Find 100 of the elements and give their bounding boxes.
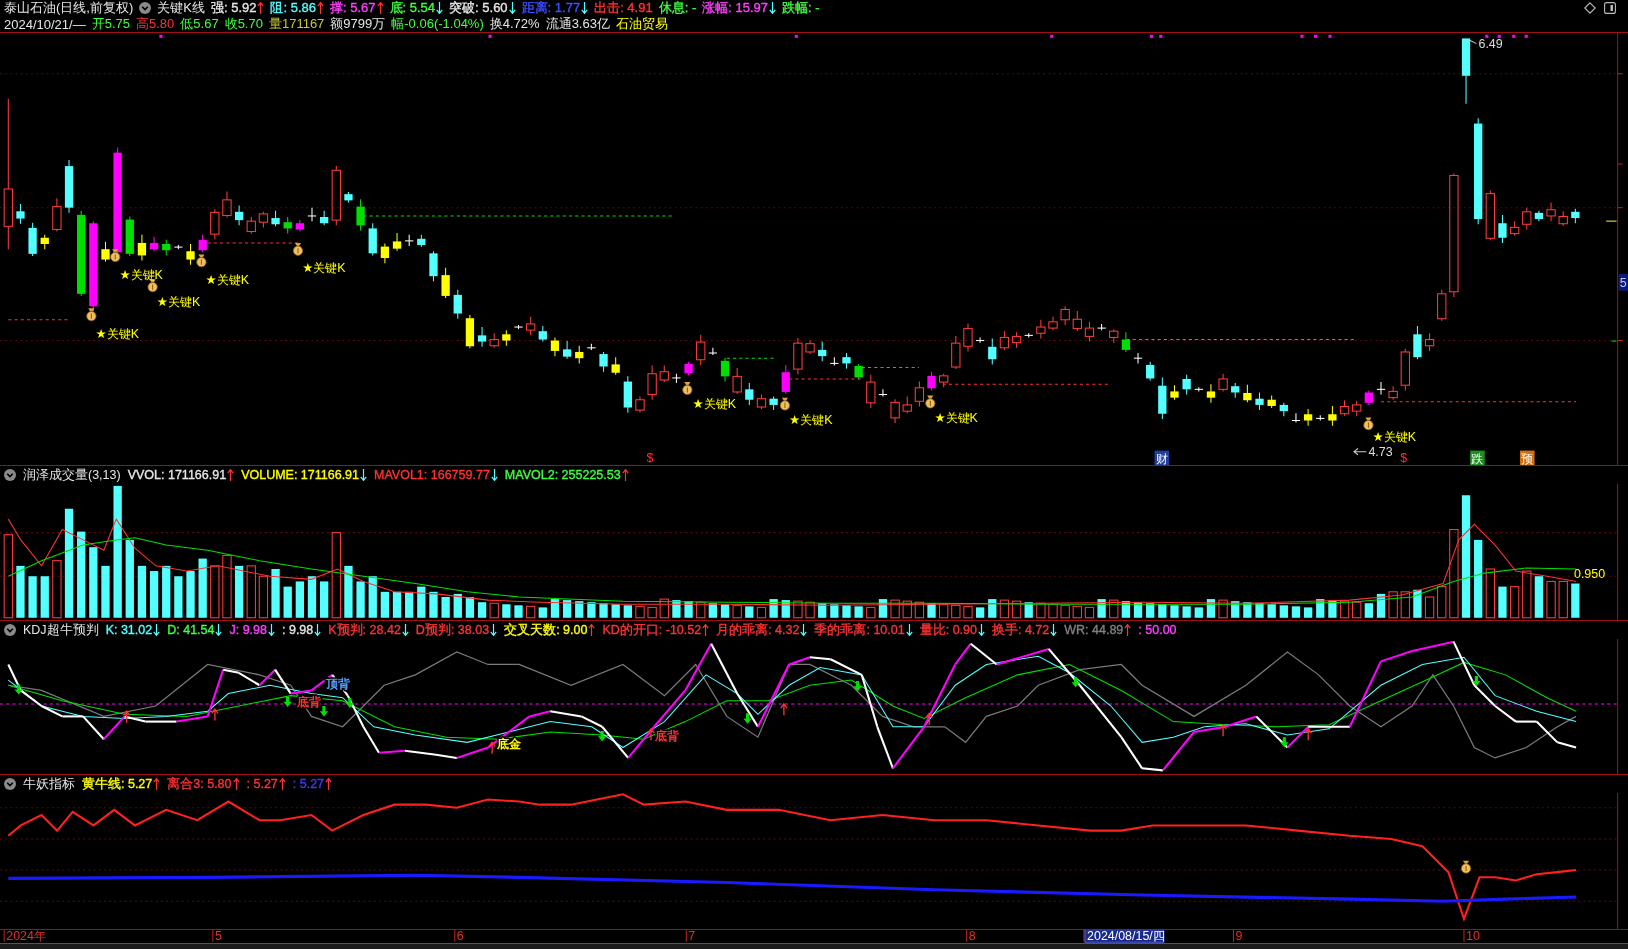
chevron-down-icon[interactable] (4, 469, 16, 481)
money-bag-icon (110, 249, 121, 263)
volume-bar (1498, 586, 1507, 618)
panel-icon[interactable] (1604, 2, 1616, 14)
axis-label: 5 (1618, 274, 1628, 291)
quote-value: 流通3.63亿 (545, 15, 610, 33)
candlestick (963, 322, 973, 352)
candlestick (186, 243, 195, 266)
money-bag-icon (292, 242, 304, 256)
volume-bar (963, 605, 973, 619)
study-name[interactable]: 关键K线 (157, 0, 205, 17)
candlestick (745, 382, 754, 406)
candlestick (368, 222, 377, 256)
volume-bar (246, 565, 256, 619)
candlestick (1461, 38, 1471, 105)
candlestick (210, 208, 220, 240)
volume-bar (1243, 602, 1252, 618)
indicator-value: 撑: 5.67 (330, 0, 376, 17)
money-bag-icon (925, 395, 936, 409)
volume-bar (575, 601, 584, 618)
diamond-icon[interactable] (1584, 2, 1596, 14)
up-arrow-icon (925, 712, 934, 726)
down-arrow-icon (1280, 737, 1289, 748)
volume-bar (368, 576, 377, 618)
volume-bar (988, 599, 997, 618)
chevron-down-icon[interactable] (4, 624, 16, 636)
candlestick (878, 388, 888, 398)
volume-bar (1218, 599, 1228, 619)
candlestick (1339, 399, 1350, 417)
volume-bar (1024, 602, 1033, 618)
candlestick (198, 234, 207, 253)
candlestick (331, 165, 341, 226)
volume-bar (720, 604, 730, 618)
volume-bar (1534, 576, 1544, 618)
up-arrow-icon (122, 710, 131, 724)
candlestick (769, 396, 778, 411)
candlestick (854, 363, 863, 380)
volume-bar (1437, 586, 1447, 619)
signal-label: ★关键K (789, 413, 833, 428)
volume-bar (1255, 603, 1264, 618)
volume-bar (672, 600, 681, 618)
volume-bar (902, 600, 912, 619)
candlestick (1182, 374, 1191, 396)
chevron-down-icon[interactable] (4, 778, 16, 790)
candlestick (1231, 382, 1240, 399)
price-marker (1605, 220, 1618, 222)
indicator-value: 出击: 4.91 (594, 0, 653, 17)
candlestick (1255, 391, 1264, 411)
candlestick (1121, 331, 1131, 353)
candlestick (513, 324, 524, 330)
volume-bar (1011, 600, 1022, 619)
candlestick (320, 210, 329, 226)
volume-bar (550, 599, 560, 618)
candlestick (1328, 405, 1337, 427)
volume-bar (502, 604, 511, 618)
volume-bar (186, 571, 195, 618)
volume-bar (1121, 601, 1131, 618)
volume-bar (1084, 606, 1095, 619)
candlestick (149, 236, 159, 252)
volume-bar (89, 547, 98, 618)
volume-bar (1279, 605, 1288, 618)
volume-bar (52, 560, 62, 619)
down-arrow-icon (14, 684, 23, 695)
leader-line (1467, 38, 1477, 45)
candlestick (1194, 386, 1204, 392)
candlestick (829, 356, 839, 366)
volume-bar (1339, 600, 1350, 619)
candlestick (684, 361, 693, 376)
volume-bar (927, 603, 936, 618)
candlestick (1315, 414, 1325, 421)
volume-bar (975, 607, 985, 618)
indicator-value: 休息: - (658, 0, 697, 17)
candlestick (404, 234, 414, 247)
signal-label: ★关键K (205, 272, 250, 287)
volume-bar (635, 605, 645, 619)
volume-bar (1133, 602, 1143, 618)
candlestick (1158, 376, 1167, 420)
signal-label: ★关键K (156, 294, 201, 309)
volume-bar (647, 606, 657, 619)
signal-label: 底金 (497, 737, 522, 752)
volume-bar (477, 602, 487, 618)
candlestick (162, 239, 171, 256)
volume-bar (866, 606, 876, 619)
signal-label: ★关键K (119, 267, 163, 282)
volume-bar (149, 571, 159, 618)
candlestick (1291, 412, 1301, 424)
volume-bar (1509, 586, 1520, 619)
candlestick (1303, 408, 1313, 427)
candlestick (344, 191, 353, 203)
volume-bar (1291, 606, 1301, 618)
candlestick (1206, 383, 1216, 404)
volume-bar (40, 576, 49, 618)
chevron-down-icon[interactable] (139, 2, 152, 14)
volume-bar (1388, 591, 1398, 619)
candlestick (611, 356, 620, 376)
down-arrow-icon (1472, 675, 1481, 687)
dashed-level-line (7, 319, 68, 321)
value-label: 0.950 (1574, 567, 1606, 582)
up-arrow-icon (1304, 727, 1312, 741)
volume-bar (453, 593, 462, 618)
